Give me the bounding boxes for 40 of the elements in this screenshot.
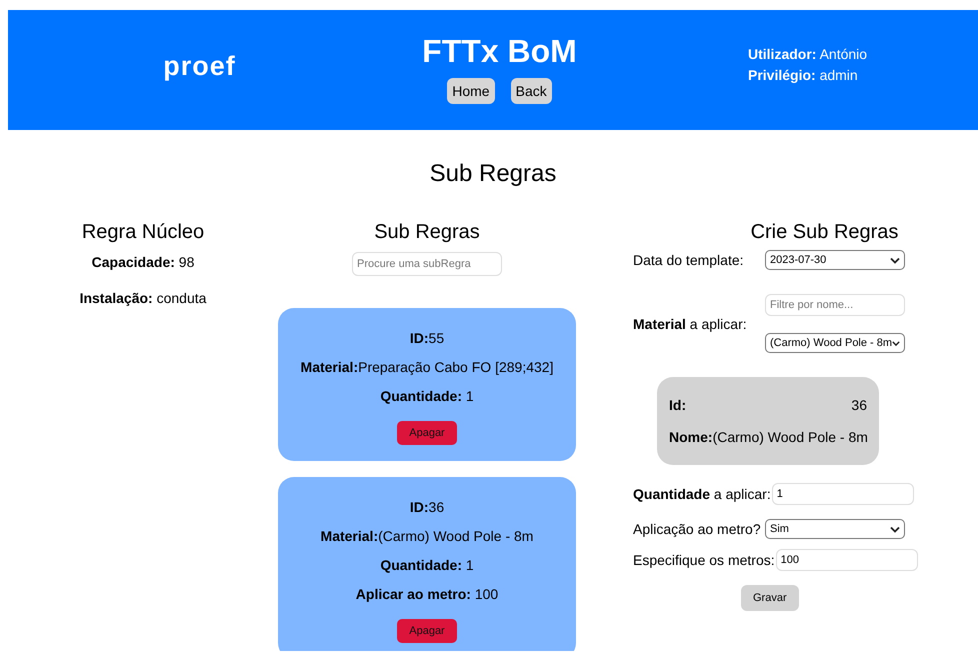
dropdown[interactable]: Sim [765, 519, 905, 539]
input-field[interactable]: 1 [772, 483, 914, 505]
card-detail: Quantidade: 1 [380, 557, 474, 573]
card-detail: Material:Preparação Cabo FO [289;432] [300, 359, 554, 375]
input-field[interactable]: 100 [776, 549, 918, 571]
nav-button[interactable]: Home [447, 78, 495, 104]
card-detail: ID:36 [410, 499, 444, 515]
rule-detail: Capacidade: 98 [90, 254, 196, 270]
app-title: FTTx BoM [422, 32, 577, 70]
section-title: Sub Regras [374, 221, 480, 244]
chevron-icon [890, 256, 900, 264]
nav-button[interactable]: Back [510, 78, 552, 104]
card-detail: Aplicar ao metro: 100 [356, 586, 498, 602]
delete-button[interactable]: Apagar [397, 421, 457, 445]
section-title: Regra Núcleo [80, 221, 206, 244]
dropdown[interactable]: 2023-07-30 [765, 250, 905, 270]
chevron-icon [892, 340, 900, 346]
chevron-icon [890, 526, 900, 532]
card-detail: Quantidade: 1 [380, 388, 474, 404]
section-title: Crie Sub Regras [750, 221, 900, 244]
field-label: Data do template: [633, 252, 744, 268]
card-detail: Material:(Carmo) Wood Pole - 8m [320, 528, 534, 544]
page-title: Sub Regras [428, 160, 558, 188]
logo: proef [163, 50, 236, 82]
search-field[interactable]: Procure uma subRegra [352, 252, 502, 276]
material-name: Nome:(Carmo) Wood Pole - 8m [669, 429, 867, 445]
id-label: Id: [669, 397, 686, 413]
field-label: Material a aplicar: [633, 316, 747, 332]
field-label: Aplicação ao metro? [633, 521, 761, 537]
user-info: Privilégio: admin [748, 66, 859, 85]
user-info: Utilizador: António [748, 45, 868, 64]
save-button[interactable]: Gravar [741, 585, 799, 611]
card-detail: ID:55 [410, 330, 444, 346]
id-value: 36 [851, 397, 867, 413]
filter-field[interactable]: Filtre por nome... [765, 294, 905, 316]
field-label: Especifique os metros: [633, 552, 775, 568]
field-label: Quantidade a aplicar: [633, 486, 771, 502]
delete-button[interactable]: Apagar [397, 619, 457, 643]
dropdown[interactable]: (Carmo) Wood Pole - 8m [765, 333, 905, 353]
rule-detail: Instalação: conduta [78, 290, 208, 306]
